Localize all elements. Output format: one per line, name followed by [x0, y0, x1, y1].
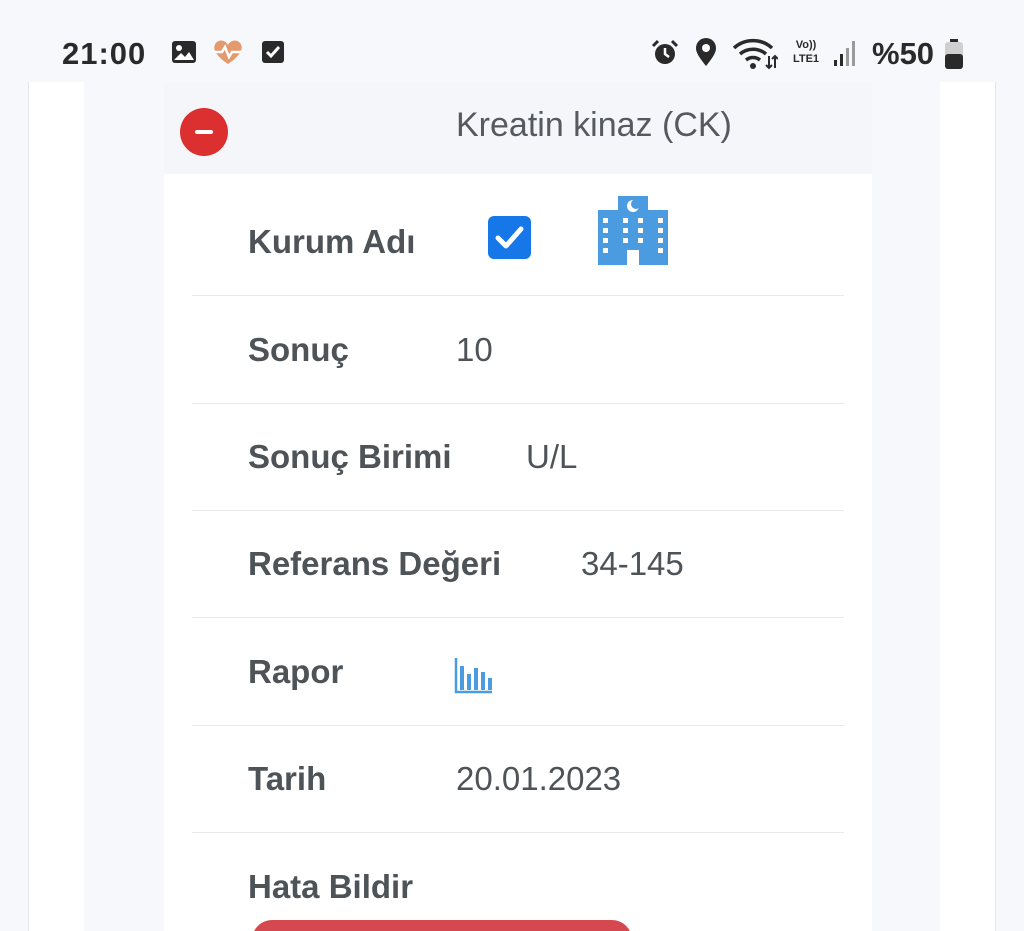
alarm-icon — [650, 38, 680, 73]
unit-value: U/L — [526, 438, 578, 475]
gallery-icon — [170, 38, 198, 71]
row-date: Tarih 20.01.2023 — [192, 725, 844, 833]
row-unit: Sonuç Birimi U/L — [192, 403, 844, 511]
date-value: 20.01.2023 — [456, 760, 622, 797]
battery-icon — [943, 38, 965, 75]
hospital-icon[interactable] — [596, 192, 670, 271]
row-report-error: Hata Bildir — [192, 832, 844, 931]
status-time: 21:00 — [62, 36, 147, 71]
report-chart-icon[interactable] — [454, 654, 494, 699]
location-icon — [694, 38, 718, 73]
test-title: Kreatin kinaz (CK) — [456, 106, 732, 144]
institution-checkbox[interactable] — [488, 216, 531, 259]
row-report: Rapor — [192, 618, 844, 726]
row-result: Sonuç 10 — [192, 296, 844, 404]
health-icon — [211, 38, 245, 71]
remove-button[interactable] — [180, 108, 228, 156]
volte-icon: Vo)) LTE1 — [792, 39, 820, 65]
row-institution: Kurum Adı — [192, 188, 844, 296]
result-value: 10 — [456, 331, 493, 368]
row-label: Tarih — [248, 760, 327, 797]
wifi-icon — [732, 38, 779, 75]
row-label: Referans Değeri — [248, 545, 502, 582]
battery-percent: %50 — [872, 36, 935, 71]
row-label: Sonuç Birimi — [248, 438, 452, 475]
row-reference: Referans Değeri 34-145 — [192, 510, 844, 618]
row-label: Kurum Adı — [248, 223, 416, 260]
status-bar: 21:00 Vo)) LTE1 %50 — [0, 0, 1024, 82]
report-error-button[interactable] — [252, 920, 632, 931]
row-label: Hata Bildir — [248, 868, 414, 905]
reference-value: 34-145 — [581, 545, 684, 582]
row-label: Rapor — [248, 653, 344, 690]
row-label: Sonuç — [248, 331, 349, 368]
task-check-icon — [260, 38, 286, 71]
signal-icon — [832, 38, 860, 73]
